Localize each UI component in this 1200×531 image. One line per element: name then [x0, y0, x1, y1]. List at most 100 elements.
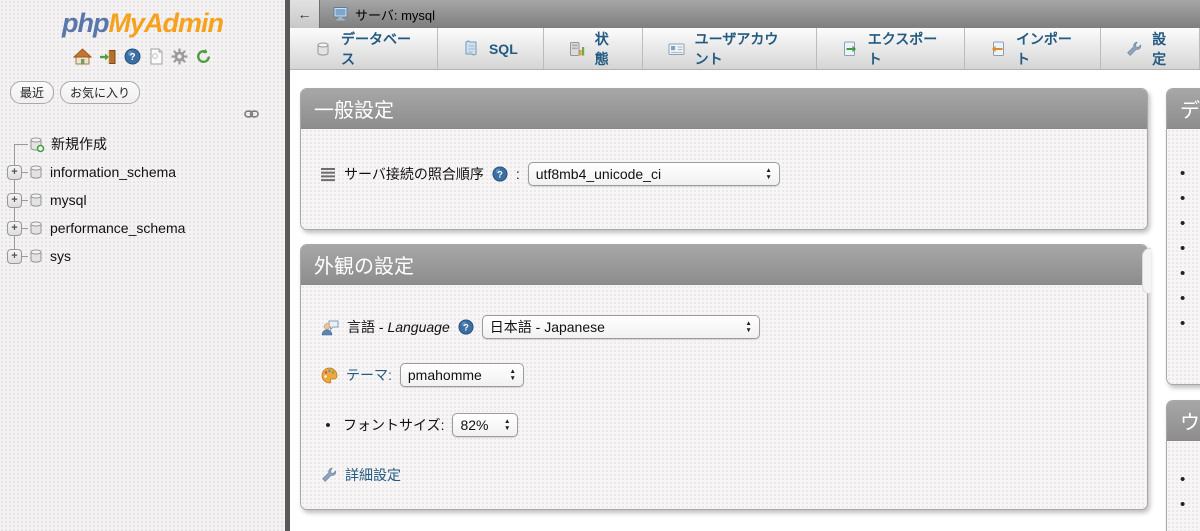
- language-icon: [321, 319, 339, 336]
- tree-item-mysql[interactable]: + mysql: [0, 186, 285, 214]
- wrench-icon: [1126, 41, 1142, 57]
- logout-icon[interactable]: [99, 49, 117, 65]
- list-bullet: •: [1180, 240, 1200, 265]
- tree-item-label[interactable]: sys: [50, 248, 71, 264]
- tree-item-sys[interactable]: + sys: [0, 242, 285, 270]
- list-bullet: •: [1180, 315, 1200, 340]
- server-breadcrumb-bar: ← サーバ: mysql: [290, 0, 1200, 28]
- tree-item-label[interactable]: information_schema: [50, 164, 176, 180]
- expand-plus-icon[interactable]: +: [7, 193, 22, 208]
- content-area: 一般設定 サーバ接続の照合順序 ? : utf8: [290, 70, 1200, 531]
- back-button[interactable]: ←: [290, 0, 320, 28]
- logo-myadmin: MyAdmin: [108, 8, 223, 38]
- help-icon[interactable]: ?: [492, 166, 508, 182]
- breadcrumb: サーバ: mysql: [332, 5, 435, 24]
- gear-icon[interactable]: [171, 48, 188, 65]
- logo-php: php: [62, 8, 108, 38]
- tab-settings[interactable]: 設定: [1101, 28, 1200, 69]
- expand-plus-icon[interactable]: +: [7, 165, 22, 180]
- font-size-select[interactable]: 82%: [452, 413, 518, 437]
- database-icon: [28, 248, 44, 264]
- select-arrows-icon: [495, 368, 515, 383]
- list-bullet: •: [1180, 471, 1200, 496]
- tab-user-accounts[interactable]: ユーザアカウント: [643, 28, 817, 69]
- import-icon: [990, 41, 1006, 57]
- tab-bar: データベース SQL 状態 ユーザアカウント: [290, 28, 1200, 70]
- language-select[interactable]: 日本語 - Japanese: [482, 315, 760, 339]
- panel-title: デ: [1167, 89, 1200, 129]
- list-bullet: •: [1180, 165, 1200, 190]
- export-icon: [842, 41, 858, 57]
- panel-title: ウ: [1167, 401, 1200, 441]
- phpmyadmin-logo[interactable]: phpMyAdmin: [0, 8, 285, 39]
- expand-plus-icon[interactable]: +: [7, 249, 22, 264]
- list-bullet: •: [1180, 190, 1200, 215]
- list-bullet: •: [1180, 290, 1200, 315]
- wrench-icon: [321, 467, 337, 483]
- tab-databases[interactable]: データベース: [290, 28, 438, 69]
- collation-select[interactable]: utf8mb4_unicode_ci: [528, 162, 780, 186]
- link-icon[interactable]: [244, 108, 259, 120]
- tab-export[interactable]: エクスポート: [817, 28, 965, 69]
- database-server-panel: デ • • • • • • •: [1166, 88, 1200, 385]
- tab-status[interactable]: 状態: [544, 28, 643, 69]
- tree-connector: [7, 137, 22, 152]
- home-icon[interactable]: [73, 48, 92, 65]
- database-icon: [28, 220, 44, 236]
- select-arrows-icon: [731, 320, 751, 335]
- server-title-text: サーバ: mysql: [355, 5, 435, 24]
- collation-row: サーバ接続の照合順序 ? : utf8mb4_unicode_ci: [321, 162, 1127, 186]
- panel-title: 外観の設定: [301, 245, 1147, 285]
- refresh-icon[interactable]: [195, 48, 212, 65]
- docs-icon[interactable]: [148, 48, 164, 65]
- panel-title: 一般設定: [301, 89, 1147, 129]
- sidebar-toolbar: ?: [0, 48, 285, 65]
- panel-collapse-handle[interactable]: [1142, 248, 1151, 294]
- general-settings-panel: 一般設定 サーバ接続の照合順序 ? : utf8: [300, 88, 1148, 230]
- main-area: ← サーバ: mysql データベース SQL: [290, 0, 1200, 531]
- select-arrows-icon: [490, 418, 510, 433]
- font-size-row: • フォントサイズ: 82%: [321, 413, 1127, 437]
- collation-label: サーバ接続の照合順序: [344, 164, 484, 184]
- user-accounts-icon: [668, 41, 685, 57]
- colon: :: [516, 166, 520, 182]
- tree-item-label: 新規作成: [51, 134, 107, 154]
- database-icon: [315, 41, 331, 57]
- tab-import[interactable]: インポート: [965, 28, 1101, 69]
- expand-plus-icon[interactable]: +: [7, 221, 22, 236]
- database-icon: [28, 192, 44, 208]
- theme-label[interactable]: テーマ:: [346, 365, 392, 385]
- list-bullet: •: [1180, 215, 1200, 240]
- list-bullet: •: [1180, 265, 1200, 290]
- favorites-button[interactable]: お気に入り: [60, 81, 140, 104]
- svg-text:?: ?: [463, 321, 469, 332]
- appearance-settings-panel: 外観の設定 言語 - Language ? 日本語 - Japanese: [300, 244, 1148, 510]
- status-icon: [569, 41, 585, 57]
- svg-text:?: ?: [497, 168, 503, 179]
- help-icon[interactable]: ?: [458, 319, 474, 335]
- database-tree: 新規作成 + information_schema + mysql +: [0, 130, 285, 270]
- theme-row: テーマ: pmahomme: [321, 363, 1127, 387]
- web-server-panel: ウ • •: [1166, 400, 1200, 531]
- tree-item-new-database[interactable]: 新規作成: [0, 130, 285, 158]
- tree-item-label[interactable]: mysql: [50, 192, 87, 208]
- more-settings-row: 詳細設定: [321, 463, 1127, 487]
- tree-item-information-schema[interactable]: + information_schema: [0, 158, 285, 186]
- list-bullet: •: [1180, 496, 1200, 521]
- server-icon: [332, 6, 349, 22]
- navigation-sidebar: phpMyAdmin ? 最近 お気に入り: [0, 0, 285, 531]
- palette-icon: [321, 367, 338, 384]
- svg-text:?: ?: [129, 52, 135, 63]
- recents-button[interactable]: 最近: [10, 81, 54, 104]
- sidebar-quickbar: 最近 お気に入り: [10, 81, 285, 104]
- select-arrows-icon: [751, 167, 771, 182]
- language-label: 言語 - Language: [347, 317, 450, 337]
- more-settings-link[interactable]: 詳細設定: [345, 465, 401, 485]
- tree-item-label[interactable]: performance_schema: [50, 220, 185, 236]
- tab-sql[interactable]: SQL: [438, 28, 544, 69]
- font-size-label: フォントサイズ:: [343, 415, 444, 435]
- tree-item-performance-schema[interactable]: + performance_schema: [0, 214, 285, 242]
- theme-select[interactable]: pmahomme: [400, 363, 524, 387]
- help-icon[interactable]: ?: [124, 48, 141, 65]
- phpmyadmin-app: phpMyAdmin ? 最近 お気に入り: [0, 0, 1200, 531]
